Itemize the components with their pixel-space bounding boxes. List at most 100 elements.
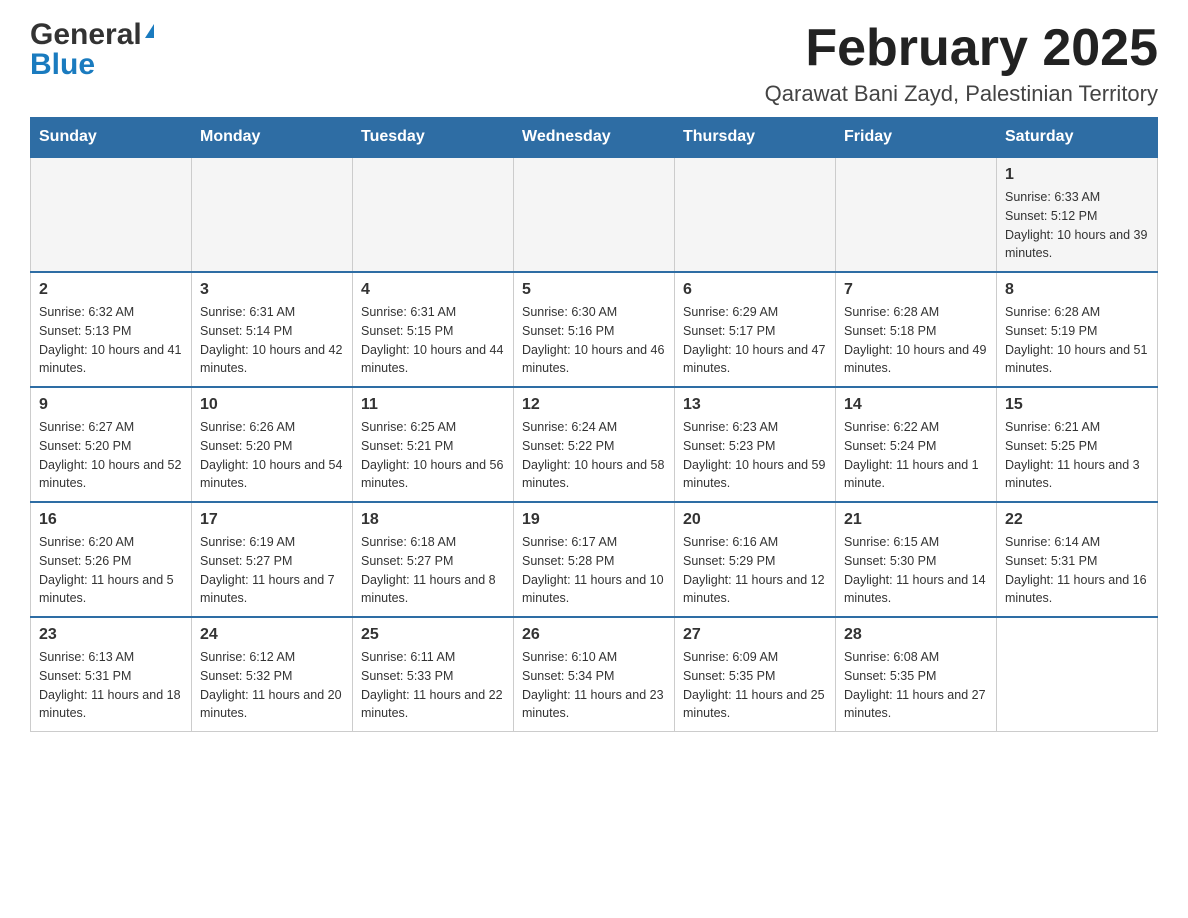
title-section: February 2025 Qarawat Bani Zayd, Palesti… bbox=[765, 20, 1158, 107]
calendar-cell: 23 Sunrise: 6:13 AMSunset: 5:31 PMDayligh… bbox=[31, 617, 192, 732]
calendar-cell: 4Sunrise: 6:31 AMSunset: 5:15 PMDaylight… bbox=[353, 272, 514, 387]
day-info: Sunrise: 6:13 AMSunset: 5:31 PMDaylight:… bbox=[39, 650, 181, 720]
page-header: General Blue February 2025 Qarawat Bani … bbox=[30, 20, 1158, 107]
calendar-cell: 19Sunrise: 6:17 AMSunset: 5:28 PMDayligh… bbox=[514, 502, 675, 617]
calendar-cell: 12Sunrise: 6:24 AMSunset: 5:22 PMDayligh… bbox=[514, 387, 675, 502]
day-number: 5 bbox=[522, 281, 666, 299]
day-number: 23 bbox=[39, 626, 183, 644]
day-number: 25 bbox=[361, 626, 505, 644]
calendar-cell: 24Sunrise: 6:12 AMSunset: 5:32 PMDayligh… bbox=[192, 617, 353, 732]
calendar-cell: 16 Sunrise: 6:20 AMSunset: 5:26 PMDayligh… bbox=[31, 502, 192, 617]
calendar-cell: 28 Sunrise: 6:08 AMSunset: 5:35 PMDayligh… bbox=[836, 617, 997, 732]
calendar-cell: 17 Sunrise: 6:19 AMSunset: 5:27 PMDayligh… bbox=[192, 502, 353, 617]
calendar-cell: 9Sunrise: 6:27 AMSunset: 5:20 PMDaylight… bbox=[31, 387, 192, 502]
day-info: Sunrise: 6:25 AMSunset: 5:21 PMDaylight:… bbox=[361, 420, 503, 490]
logo-blue-text: Blue bbox=[30, 50, 154, 80]
calendar-cell: 26 Sunrise: 6:10 AMSunset: 5:34 PMDayligh… bbox=[514, 617, 675, 732]
calendar-cell: 21Sunrise: 6:15 AMSunset: 5:30 PMDayligh… bbox=[836, 502, 997, 617]
calendar-cell: 6 Sunrise: 6:29 AMSunset: 5:17 PMDaylight… bbox=[675, 272, 836, 387]
day-number: 24 bbox=[200, 626, 344, 644]
day-info: Sunrise: 6:11 AMSunset: 5:33 PMDaylight:… bbox=[361, 650, 503, 720]
weekday-header-sunday: Sunday bbox=[31, 118, 192, 158]
calendar-cell: 13 Sunrise: 6:23 AMSunset: 5:23 PMDayligh… bbox=[675, 387, 836, 502]
day-number: 28 bbox=[844, 626, 988, 644]
day-info: Sunrise: 6:20 AMSunset: 5:26 PMDaylight:… bbox=[39, 535, 174, 605]
day-info: Sunrise: 6:22 AMSunset: 5:24 PMDaylight:… bbox=[844, 420, 979, 490]
month-title: February 2025 bbox=[765, 20, 1158, 77]
calendar-cell bbox=[997, 617, 1158, 732]
day-number: 3 bbox=[200, 281, 344, 299]
day-number: 16 bbox=[39, 511, 183, 529]
calendar-cell: 15 Sunrise: 6:21 AMSunset: 5:25 PMDayligh… bbox=[997, 387, 1158, 502]
logo-triangle-icon bbox=[145, 24, 154, 38]
weekday-header-wednesday: Wednesday bbox=[514, 118, 675, 158]
calendar-cell: 10Sunrise: 6:26 AMSunset: 5:20 PMDayligh… bbox=[192, 387, 353, 502]
day-number: 20 bbox=[683, 511, 827, 529]
day-number: 17 bbox=[200, 511, 344, 529]
day-info: Sunrise: 6:31 AMSunset: 5:14 PMDaylight:… bbox=[200, 305, 342, 375]
day-info: Sunrise: 6:28 AMSunset: 5:18 PMDaylight:… bbox=[844, 305, 986, 375]
day-info: Sunrise: 6:23 AMSunset: 5:23 PMDaylight:… bbox=[683, 420, 825, 490]
logo-general-text: General bbox=[30, 20, 142, 50]
day-number: 22 bbox=[1005, 511, 1149, 529]
day-info: Sunrise: 6:31 AMSunset: 5:15 PMDaylight:… bbox=[361, 305, 503, 375]
day-info: Sunrise: 6:14 AMSunset: 5:31 PMDaylight:… bbox=[1005, 535, 1147, 605]
day-info: Sunrise: 6:10 AMSunset: 5:34 PMDaylight:… bbox=[522, 650, 664, 720]
calendar-cell: 2Sunrise: 6:32 AMSunset: 5:13 PMDaylight… bbox=[31, 272, 192, 387]
logo-general: General bbox=[30, 20, 154, 50]
calendar-cell: 11 Sunrise: 6:25 AMSunset: 5:21 PMDayligh… bbox=[353, 387, 514, 502]
calendar-cell: 18 Sunrise: 6:18 AMSunset: 5:27 PMDayligh… bbox=[353, 502, 514, 617]
day-number: 27 bbox=[683, 626, 827, 644]
day-info: Sunrise: 6:21 AMSunset: 5:25 PMDaylight:… bbox=[1005, 420, 1140, 490]
day-info: Sunrise: 6:08 AMSunset: 5:35 PMDaylight:… bbox=[844, 650, 986, 720]
location-title: Qarawat Bani Zayd, Palestinian Territory bbox=[765, 81, 1158, 107]
calendar-cell: 1 Sunrise: 6:33 AMSunset: 5:12 PMDaylight… bbox=[997, 157, 1158, 272]
calendar-cell bbox=[836, 157, 997, 272]
day-number: 26 bbox=[522, 626, 666, 644]
calendar-cell: 3 Sunrise: 6:31 AMSunset: 5:14 PMDaylight… bbox=[192, 272, 353, 387]
day-info: Sunrise: 6:26 AMSunset: 5:20 PMDaylight:… bbox=[200, 420, 342, 490]
day-info: Sunrise: 6:33 AMSunset: 5:12 PMDaylight:… bbox=[1005, 190, 1147, 260]
calendar-week-5: 23 Sunrise: 6:13 AMSunset: 5:31 PMDayligh… bbox=[31, 617, 1158, 732]
day-info: Sunrise: 6:29 AMSunset: 5:17 PMDaylight:… bbox=[683, 305, 825, 375]
weekday-header-monday: Monday bbox=[192, 118, 353, 158]
calendar-cell: 14 Sunrise: 6:22 AMSunset: 5:24 PMDayligh… bbox=[836, 387, 997, 502]
day-number: 14 bbox=[844, 396, 988, 414]
calendar-week-4: 16 Sunrise: 6:20 AMSunset: 5:26 PMDayligh… bbox=[31, 502, 1158, 617]
weekday-header-tuesday: Tuesday bbox=[353, 118, 514, 158]
weekday-header-thursday: Thursday bbox=[675, 118, 836, 158]
day-number: 13 bbox=[683, 396, 827, 414]
calendar-cell bbox=[192, 157, 353, 272]
day-number: 15 bbox=[1005, 396, 1149, 414]
calendar-table: SundayMondayTuesdayWednesdayThursdayFrid… bbox=[30, 117, 1158, 732]
day-info: Sunrise: 6:17 AMSunset: 5:28 PMDaylight:… bbox=[522, 535, 664, 605]
day-info: Sunrise: 6:19 AMSunset: 5:27 PMDaylight:… bbox=[200, 535, 335, 605]
day-info: Sunrise: 6:18 AMSunset: 5:27 PMDaylight:… bbox=[361, 535, 496, 605]
calendar-cell bbox=[31, 157, 192, 272]
calendar-week-3: 9Sunrise: 6:27 AMSunset: 5:20 PMDaylight… bbox=[31, 387, 1158, 502]
day-info: Sunrise: 6:28 AMSunset: 5:19 PMDaylight:… bbox=[1005, 305, 1147, 375]
calendar-cell: 27 Sunrise: 6:09 AMSunset: 5:35 PMDayligh… bbox=[675, 617, 836, 732]
day-number: 2 bbox=[39, 281, 183, 299]
day-number: 12 bbox=[522, 396, 666, 414]
day-number: 11 bbox=[361, 396, 505, 414]
day-number: 6 bbox=[683, 281, 827, 299]
day-number: 1 bbox=[1005, 166, 1149, 184]
calendar-cell: 25 Sunrise: 6:11 AMSunset: 5:33 PMDayligh… bbox=[353, 617, 514, 732]
day-info: Sunrise: 6:15 AMSunset: 5:30 PMDaylight:… bbox=[844, 535, 986, 605]
day-number: 7 bbox=[844, 281, 988, 299]
calendar-cell: 7 Sunrise: 6:28 AMSunset: 5:18 PMDaylight… bbox=[836, 272, 997, 387]
day-number: 9 bbox=[39, 396, 183, 414]
calendar-cell: 5Sunrise: 6:30 AMSunset: 5:16 PMDaylight… bbox=[514, 272, 675, 387]
calendar-cell: 22 Sunrise: 6:14 AMSunset: 5:31 PMDayligh… bbox=[997, 502, 1158, 617]
calendar-week-2: 2Sunrise: 6:32 AMSunset: 5:13 PMDaylight… bbox=[31, 272, 1158, 387]
logo: General Blue bbox=[30, 20, 154, 80]
calendar-cell bbox=[353, 157, 514, 272]
day-number: 18 bbox=[361, 511, 505, 529]
day-info: Sunrise: 6:16 AMSunset: 5:29 PMDaylight:… bbox=[683, 535, 825, 605]
weekday-header-saturday: Saturday bbox=[997, 118, 1158, 158]
calendar-cell: 8 Sunrise: 6:28 AMSunset: 5:19 PMDaylight… bbox=[997, 272, 1158, 387]
day-number: 8 bbox=[1005, 281, 1149, 299]
calendar-cell bbox=[514, 157, 675, 272]
day-info: Sunrise: 6:09 AMSunset: 5:35 PMDaylight:… bbox=[683, 650, 825, 720]
